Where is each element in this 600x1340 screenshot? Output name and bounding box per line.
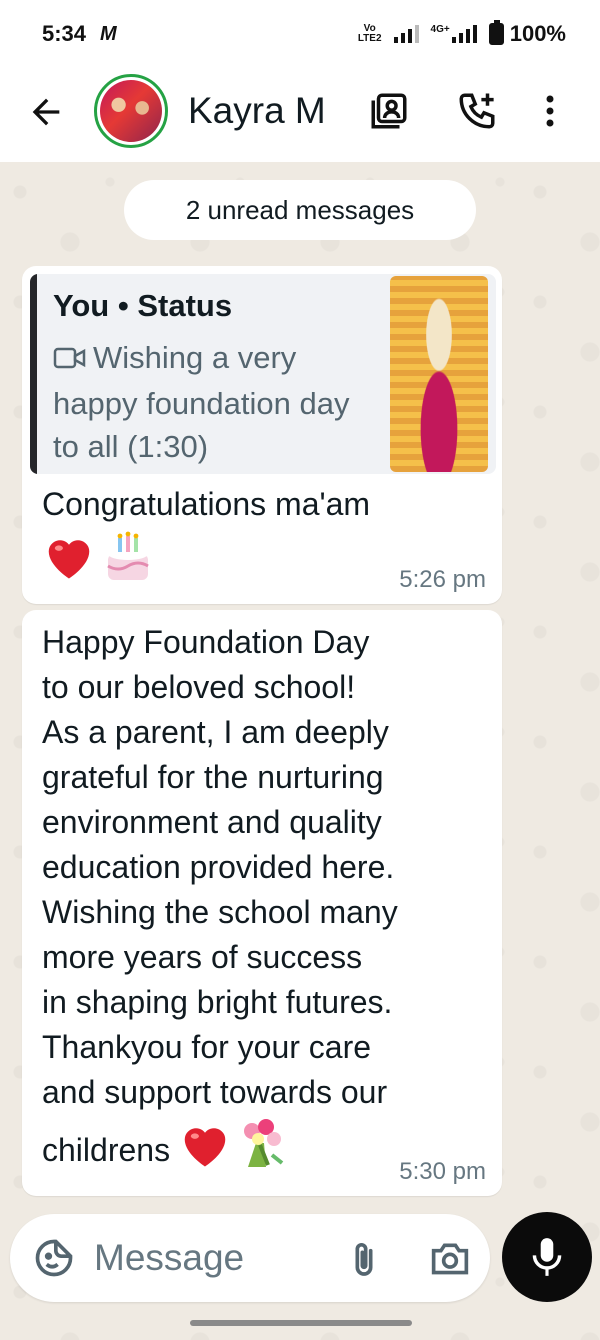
message-bubble[interactable]: You • Status Wishing a very happy founda…: [22, 266, 502, 604]
avatar[interactable]: [94, 74, 168, 148]
status-right: Vo LTE2 4G+ 100%: [358, 20, 566, 47]
signal-bars-icon: [451, 25, 477, 43]
quote-text: Wishing a very happy foundation day to a…: [53, 340, 350, 464]
status-left: 5:34 M: [42, 21, 117, 47]
quote-bar: [30, 274, 37, 474]
chat-header: Kayra M: [0, 68, 600, 162]
birthday-cake-emoji: [102, 528, 154, 589]
message-composer: [10, 1214, 490, 1302]
network-type: 4G+: [430, 24, 450, 35]
message-time: 5:26 pm: [399, 566, 486, 593]
emoji-row: [42, 528, 154, 589]
signal-icon: [393, 25, 419, 43]
contact-card-icon[interactable]: [368, 90, 410, 132]
message-text: Congratulations ma'am: [42, 486, 371, 522]
camera-icon[interactable]: [428, 1238, 472, 1278]
battery-icon: [488, 20, 504, 45]
add-call-icon[interactable]: [456, 90, 498, 132]
bouquet-emoji: [236, 1115, 288, 1181]
message-bubble[interactable]: Happy Foundation Day to our beloved scho…: [22, 610, 502, 1196]
chat-area[interactable]: 2 unread messages You • Status Wishing a…: [0, 162, 600, 1340]
message-body: Happy Foundation Day to our beloved scho…: [42, 624, 398, 1168]
mic-button[interactable]: [502, 1212, 592, 1302]
lte-label: LTE2: [357, 33, 382, 44]
video-icon: [53, 339, 87, 382]
volte-indicator: Vo LTE2: [358, 24, 382, 44]
heart-emoji: [178, 1119, 232, 1181]
sticker-icon[interactable]: [32, 1236, 76, 1280]
heart-emoji: [42, 531, 96, 586]
carrier-logo: M: [100, 22, 117, 45]
message-text: Happy Foundation Day to our beloved scho…: [42, 620, 492, 1181]
status-thumbnail: [390, 276, 488, 472]
signal-4g-icon: 4G+: [431, 25, 477, 43]
contact-name[interactable]: Kayra M: [188, 90, 326, 132]
mic-icon: [532, 1238, 562, 1276]
quote-body: Wishing a very happy foundation day to a…: [53, 336, 373, 468]
more-vert-icon[interactable]: [538, 90, 562, 132]
home-indicator[interactable]: [190, 1320, 412, 1326]
status-reply-quote[interactable]: You • Status Wishing a very happy founda…: [30, 274, 496, 474]
attach-icon[interactable]: [344, 1238, 384, 1280]
message-time: 5:30 pm: [399, 1158, 486, 1185]
unread-banner: 2 unread messages: [124, 180, 476, 240]
back-arrow-icon[interactable]: [26, 92, 66, 132]
clock: 5:34: [42, 21, 87, 46]
battery-level: 100%: [509, 21, 566, 46]
status-bar: 5:34 M Vo LTE2 4G+ 100%: [0, 0, 600, 68]
message-input[interactable]: [94, 1232, 334, 1284]
quote-title: You • Status: [53, 288, 233, 323]
